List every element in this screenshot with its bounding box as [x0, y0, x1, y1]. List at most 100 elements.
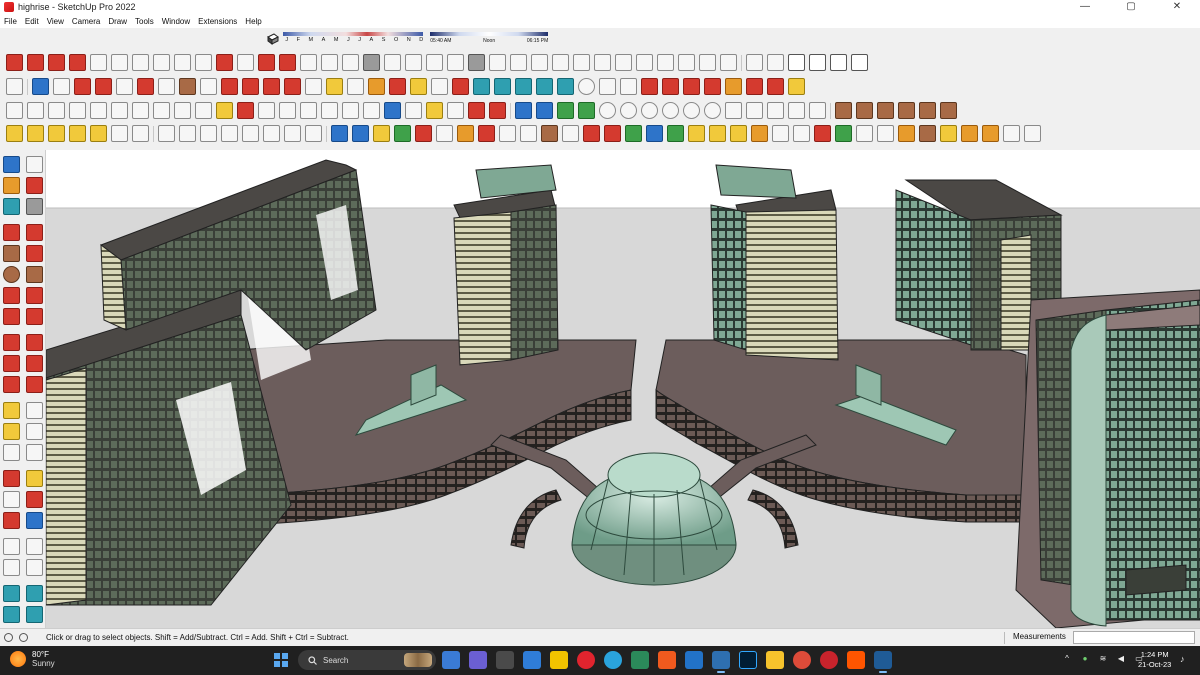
mirror-icon[interactable]: [877, 125, 894, 142]
select-dropdown-icon[interactable]: [53, 78, 70, 95]
smoove-icon[interactable]: [3, 606, 20, 623]
menu-tools[interactable]: Tools: [135, 17, 154, 26]
circle-icon[interactable]: [258, 102, 275, 119]
geo-location-icon[interactable]: [4, 633, 13, 642]
wall-tool-icon[interactable]: [384, 54, 401, 71]
pencil-dropdown-icon[interactable]: [116, 78, 133, 95]
sphere-icon[interactable]: [111, 125, 128, 142]
target-icon[interactable]: [132, 125, 149, 142]
sandbox-icon[interactable]: [473, 78, 490, 95]
cross-red-icon[interactable]: [604, 125, 621, 142]
axis-cross-icon[interactable]: [793, 125, 810, 142]
look-around-icon[interactable]: [26, 538, 43, 555]
menu-window[interactable]: Window: [162, 17, 190, 26]
redo-icon[interactable]: [835, 125, 852, 142]
move-tool-icon[interactable]: [258, 54, 275, 71]
drive-icon[interactable]: [766, 651, 784, 669]
look-around-icon[interactable]: [683, 102, 700, 119]
user-dropdown-icon[interactable]: [599, 78, 616, 95]
zoom-icon[interactable]: [431, 78, 448, 95]
polygon-icon[interactable]: [26, 266, 43, 283]
group-icon[interactable]: [48, 102, 65, 119]
roof-tool-icon[interactable]: [363, 54, 380, 71]
task-view-icon[interactable]: [496, 651, 514, 669]
info-icon[interactable]: [19, 633, 28, 642]
section-plane-icon[interactable]: [26, 559, 43, 576]
ring-icon[interactable]: [321, 102, 338, 119]
gear-icon[interactable]: [720, 54, 737, 71]
face-green-icon[interactable]: [394, 125, 411, 142]
house-icon[interactable]: [809, 54, 826, 71]
hatch-icon[interactable]: [69, 102, 86, 119]
scale-icon[interactable]: [3, 376, 20, 393]
eraser-icon[interactable]: [74, 78, 91, 95]
web-tool-icon[interactable]: [699, 54, 716, 71]
menu-draw[interactable]: Draw: [108, 17, 127, 26]
axes-icon[interactable]: [6, 125, 23, 142]
sketchup-badge-icon[interactable]: [712, 651, 730, 673]
shadows-toggle-button[interactable]: [264, 30, 281, 48]
push-pull-icon[interactable]: [26, 334, 43, 351]
text-tool-icon[interactable]: [347, 78, 364, 95]
frame-edit-icon[interactable]: [520, 125, 537, 142]
subtract-icon[interactable]: [179, 125, 196, 142]
tag-icon[interactable]: [216, 102, 233, 119]
eraser-icon[interactable]: [26, 177, 43, 194]
scene-icon[interactable]: [195, 102, 212, 119]
sun-icon[interactable]: [940, 125, 957, 142]
terrain-icon[interactable]: [557, 102, 574, 119]
face-blue2-icon[interactable]: [352, 125, 369, 142]
railing-tool-icon[interactable]: [447, 54, 464, 71]
grid-tool-icon[interactable]: [426, 54, 443, 71]
lock-icon[interactable]: [809, 102, 826, 119]
smoove-icon[interactable]: [515, 78, 532, 95]
sample-icon[interactable]: [898, 102, 915, 119]
shape-bender-icon[interactable]: [636, 54, 653, 71]
word-app-icon[interactable]: [631, 651, 649, 669]
walk-icon[interactable]: [662, 102, 679, 119]
union-icon[interactable]: [158, 125, 175, 142]
3d-text-icon[interactable]: [26, 444, 43, 461]
rectangle-icon[interactable]: [3, 245, 20, 262]
menu-extensions[interactable]: Extensions: [198, 17, 237, 26]
split-icon[interactable]: [242, 125, 259, 142]
view-icon[interactable]: [788, 102, 805, 119]
intersect-icon[interactable]: [200, 125, 217, 142]
paint-bucket-icon[interactable]: [368, 78, 385, 95]
brick-icon[interactable]: [919, 125, 936, 142]
photoshop-icon[interactable]: [739, 651, 757, 669]
wifi-icon[interactable]: ≋: [1098, 654, 1108, 664]
texture-icon[interactable]: [856, 102, 873, 119]
bezier-icon[interactable]: [426, 102, 443, 119]
ellipse-icon[interactable]: [279, 102, 296, 119]
search-icon[interactable]: [6, 78, 23, 95]
projection-icon[interactable]: [940, 102, 957, 119]
grid-icon[interactable]: [132, 102, 149, 119]
scale-icon[interactable]: [284, 78, 301, 95]
shadow-date-slider[interactable]: J F M A M J J A S O N D: [283, 30, 424, 48]
fog-icon[interactable]: [620, 102, 637, 119]
stair-tool-icon[interactable]: [342, 54, 359, 71]
user-icon[interactable]: [578, 78, 595, 95]
landscape-icon[interactable]: [578, 102, 595, 119]
arc-tool-icon[interactable]: [132, 54, 149, 71]
solid-icon[interactable]: [284, 125, 301, 142]
solid-tools-icon[interactable]: [620, 78, 637, 95]
two-point-arc-icon[interactable]: [26, 287, 43, 304]
cross-green-icon[interactable]: [625, 125, 642, 142]
face-red-icon[interactable]: [415, 125, 432, 142]
triangle-green-icon[interactable]: [667, 125, 684, 142]
sandbox-scratch-icon[interactable]: [26, 585, 43, 602]
frame-icon[interactable]: [746, 102, 763, 119]
warning-icon[interactable]: [709, 125, 726, 142]
protractor-icon[interactable]: [3, 423, 20, 440]
drape-icon[interactable]: [557, 78, 574, 95]
scale-tool-icon[interactable]: [321, 54, 338, 71]
pencil-icon[interactable]: [95, 78, 112, 95]
axis-orange-icon[interactable]: [725, 78, 742, 95]
color-square-icon[interactable]: [478, 125, 495, 142]
push-pull-icon[interactable]: [279, 54, 296, 71]
tile-icon[interactable]: [961, 125, 978, 142]
joint-push-pull-icon[interactable]: [657, 54, 674, 71]
offset-icon[interactable]: [305, 78, 322, 95]
